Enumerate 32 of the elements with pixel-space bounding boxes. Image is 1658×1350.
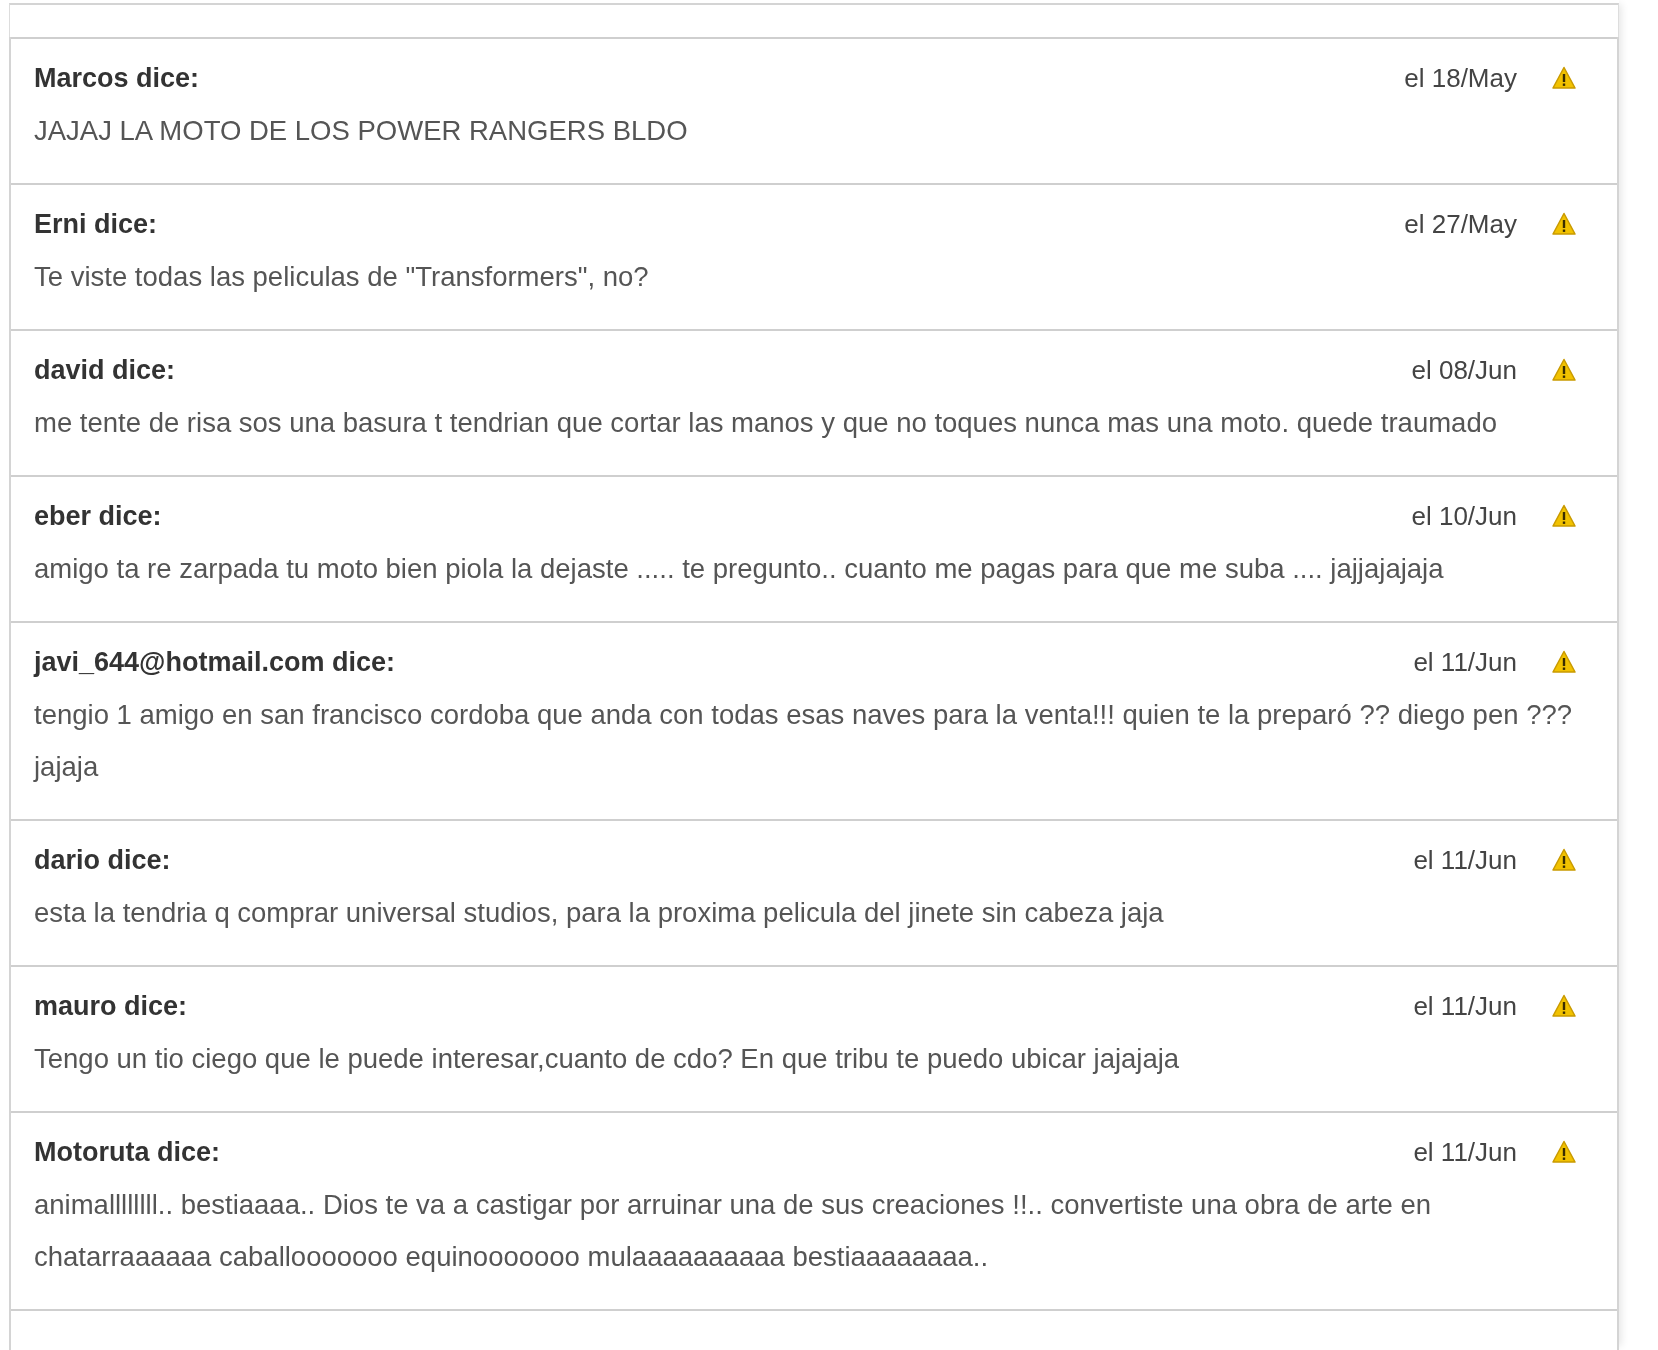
comment-text: me tente de risa sos una basura t tendrian que cortar las manos y que no toques nunca mas una moto. quede traumado (34, 406, 1498, 440)
comment-text: animallllllll.. bestiaaaa.. Dios te va a castigar por arruinar una de sus creaciones !!.. convertiste una obra de arte en chatarraaaaaa caballooooooo equinooooooo mulaaaaaaaaaa bestiaaaaaaaa.. (34, 1188, 1433, 1274)
comment-text: Tengo un tio ciego que le puede interesar,cuanto de cdo? En que tribu te puedo ubicar jajajaja (34, 1042, 1181, 1076)
warning-icon[interactable] (1551, 994, 1577, 1018)
comment-date: el 11/Jun (1413, 1136, 1517, 1168)
comment-date: el 11/Jun (1413, 646, 1517, 678)
comment-date: el 11/Jun (1413, 990, 1517, 1022)
comment-date: el 11/Jun (1413, 844, 1517, 876)
comment-author: mauro dice: (34, 990, 188, 1022)
warning-icon[interactable] (1551, 650, 1577, 674)
comment-text: tengio 1 amigo en san francisco cordoba que anda con todas esas naves para la venta!!! quien te la preparó ?? diego pen ???jajaja (34, 698, 1574, 784)
comment-date: el 08/Jun (1411, 354, 1517, 386)
comment-author: javi_644@hotmail.com dice: (34, 646, 395, 678)
comment-author: Erni dice: (34, 208, 158, 240)
warning-icon[interactable] (1551, 66, 1577, 90)
warning-icon[interactable] (1551, 1140, 1577, 1164)
comment-author: david dice: (34, 354, 176, 386)
warning-icon[interactable] (1551, 358, 1577, 382)
comment-author: dario dice: (34, 844, 171, 876)
comment-date: el 27/May (1404, 208, 1517, 240)
comment-author: eber dice: (34, 500, 162, 532)
comment-author: Motoruta dice: (34, 1136, 220, 1168)
warning-icon[interactable] (1551, 504, 1577, 528)
comment-text: JAJAJ LA MOTO DE LOS POWER RANGERS BLDO (34, 114, 689, 148)
comment-date: el 10/Jun (1411, 500, 1517, 532)
comment-text: Te viste todas las peliculas de "Transformers", no? (34, 260, 650, 294)
warning-icon[interactable] (1551, 848, 1577, 872)
comment-text: amigo ta re zarpada tu moto bien piola la dejaste ..... te pregunto.. cuanto me pagas para que me suba .... jajjajajaja (34, 552, 1445, 586)
comment-text: esta la tendria q comprar universal studios, para la proxima pelicula del jinete sin cabeza jaja (34, 896, 1165, 930)
warning-icon[interactable] (1551, 212, 1577, 236)
comment-date: el 18/May (1404, 62, 1517, 94)
comment-author: Marcos dice: (34, 62, 200, 94)
